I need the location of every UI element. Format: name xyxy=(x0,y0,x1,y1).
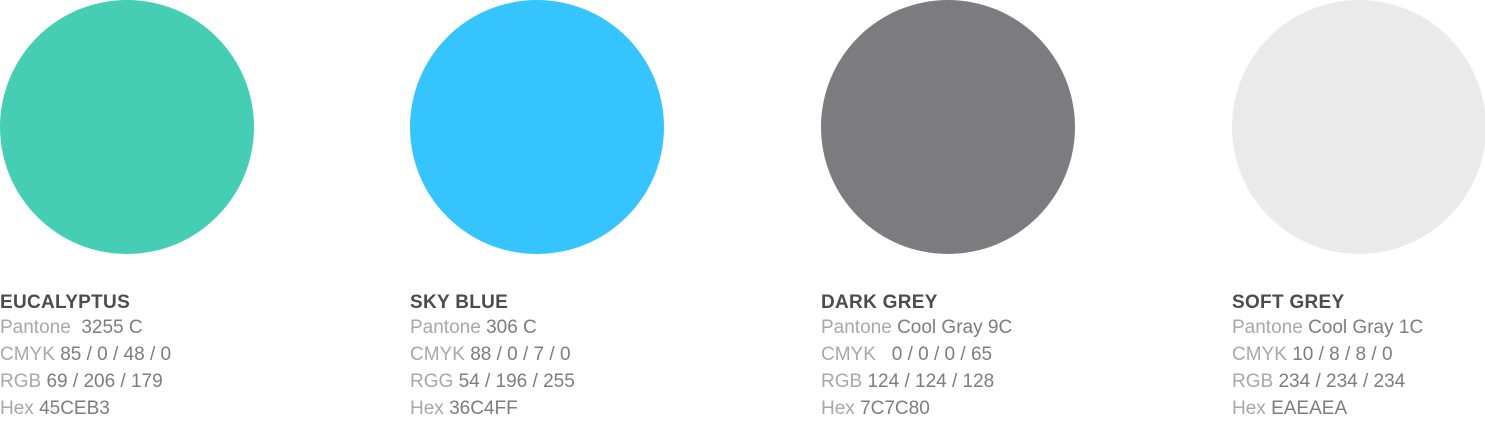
rgb-spec: RGG 54 / 196 / 255 xyxy=(410,368,664,395)
swatch-sky-blue: SKY BLUE Pantone 306 C CMYK 88 / 0 / 7 /… xyxy=(410,0,664,422)
spec-value: 7C7C80 xyxy=(860,398,930,419)
spec-value: 0 / 0 / 0 / 65 xyxy=(881,344,993,365)
spec-value: Cool Gray 9C xyxy=(897,317,1013,338)
spec-label: RGB xyxy=(1232,371,1274,392)
spec-label: RGG xyxy=(410,371,454,392)
spec-label: CMYK xyxy=(821,344,876,365)
spec-value: 306 C xyxy=(486,317,537,338)
swatch-name: EUCALYPTUS xyxy=(0,292,131,313)
hex-spec: Hex EAEAEA xyxy=(1232,395,1485,422)
cmyk-spec: CMYK 10 / 8 / 8 / 0 xyxy=(1232,341,1485,368)
spec-label: Hex xyxy=(821,398,855,419)
spec-label: Hex xyxy=(410,398,444,419)
hex-spec: Hex 45CEB3 xyxy=(0,395,254,422)
spec-label: RGB xyxy=(821,371,863,392)
spec-value: 124 / 124 / 128 xyxy=(867,371,995,392)
spec-value: 88 / 0 / 7 / 0 xyxy=(470,344,571,365)
spec-label: CMYK xyxy=(410,344,465,365)
spec-value: Cool Gray 1C xyxy=(1308,317,1424,338)
swatch-name: SOFT GREY xyxy=(1232,292,1345,313)
hex-spec: Hex 7C7C80 xyxy=(821,395,1075,422)
spec-label: Pantone xyxy=(821,317,892,338)
color-circle xyxy=(0,0,254,254)
spec-value: 45CEB3 xyxy=(39,398,110,419)
spec-value: 10 / 8 / 8 / 0 xyxy=(1292,344,1393,365)
cmyk-spec: CMYK 0 / 0 / 0 / 65 xyxy=(821,341,1075,368)
swatch-name: DARK GREY xyxy=(821,292,938,313)
spec-label: CMYK xyxy=(1232,344,1287,365)
spec-value: EAEAEA xyxy=(1271,398,1348,419)
spec-label: Hex xyxy=(0,398,34,419)
pantone-spec: Pantone Cool Gray 1C xyxy=(1232,314,1485,341)
hex-spec: Hex 36C4FF xyxy=(410,395,664,422)
pantone-spec: Pantone Cool Gray 9C xyxy=(821,314,1075,341)
color-circle xyxy=(1232,0,1485,254)
pantone-spec: Pantone 306 C xyxy=(410,314,664,341)
cmyk-spec: CMYK 88 / 0 / 7 / 0 xyxy=(410,341,664,368)
spec-value: 69 / 206 / 179 xyxy=(46,371,163,392)
color-circle xyxy=(410,0,664,254)
color-circle xyxy=(821,0,1075,254)
spec-label: Hex xyxy=(1232,398,1266,419)
spec-value: 36C4FF xyxy=(449,398,518,419)
swatch-dark-grey: DARK GREY Pantone Cool Gray 9C CMYK 0 / … xyxy=(821,0,1075,422)
cmyk-spec: CMYK 85 / 0 / 48 / 0 xyxy=(0,341,254,368)
spec-value: 3255 C xyxy=(76,317,143,338)
spec-label: RGB xyxy=(0,371,42,392)
swatch-eucalyptus: EUCALYPTUS Pantone 3255 C CMYK 85 / 0 / … xyxy=(0,0,254,422)
rgb-spec: RGB 124 / 124 / 128 xyxy=(821,368,1075,395)
pantone-spec: Pantone 3255 C xyxy=(0,314,254,341)
spec-label: Pantone xyxy=(410,317,481,338)
rgb-spec: RGB 234 / 234 / 234 xyxy=(1232,368,1485,395)
swatch-soft-grey: SOFT GREY Pantone Cool Gray 1C CMYK 10 /… xyxy=(1232,0,1485,422)
spec-value: 85 / 0 / 48 / 0 xyxy=(60,344,172,365)
spec-value: 54 / 196 / 255 xyxy=(458,371,575,392)
swatch-name: SKY BLUE xyxy=(410,292,509,313)
spec-label: CMYK xyxy=(0,344,55,365)
rgb-spec: RGB 69 / 206 / 179 xyxy=(0,368,254,395)
spec-value: 234 / 234 / 234 xyxy=(1278,371,1406,392)
spec-label: Pantone xyxy=(1232,317,1303,338)
spec-label: Pantone xyxy=(0,317,71,338)
